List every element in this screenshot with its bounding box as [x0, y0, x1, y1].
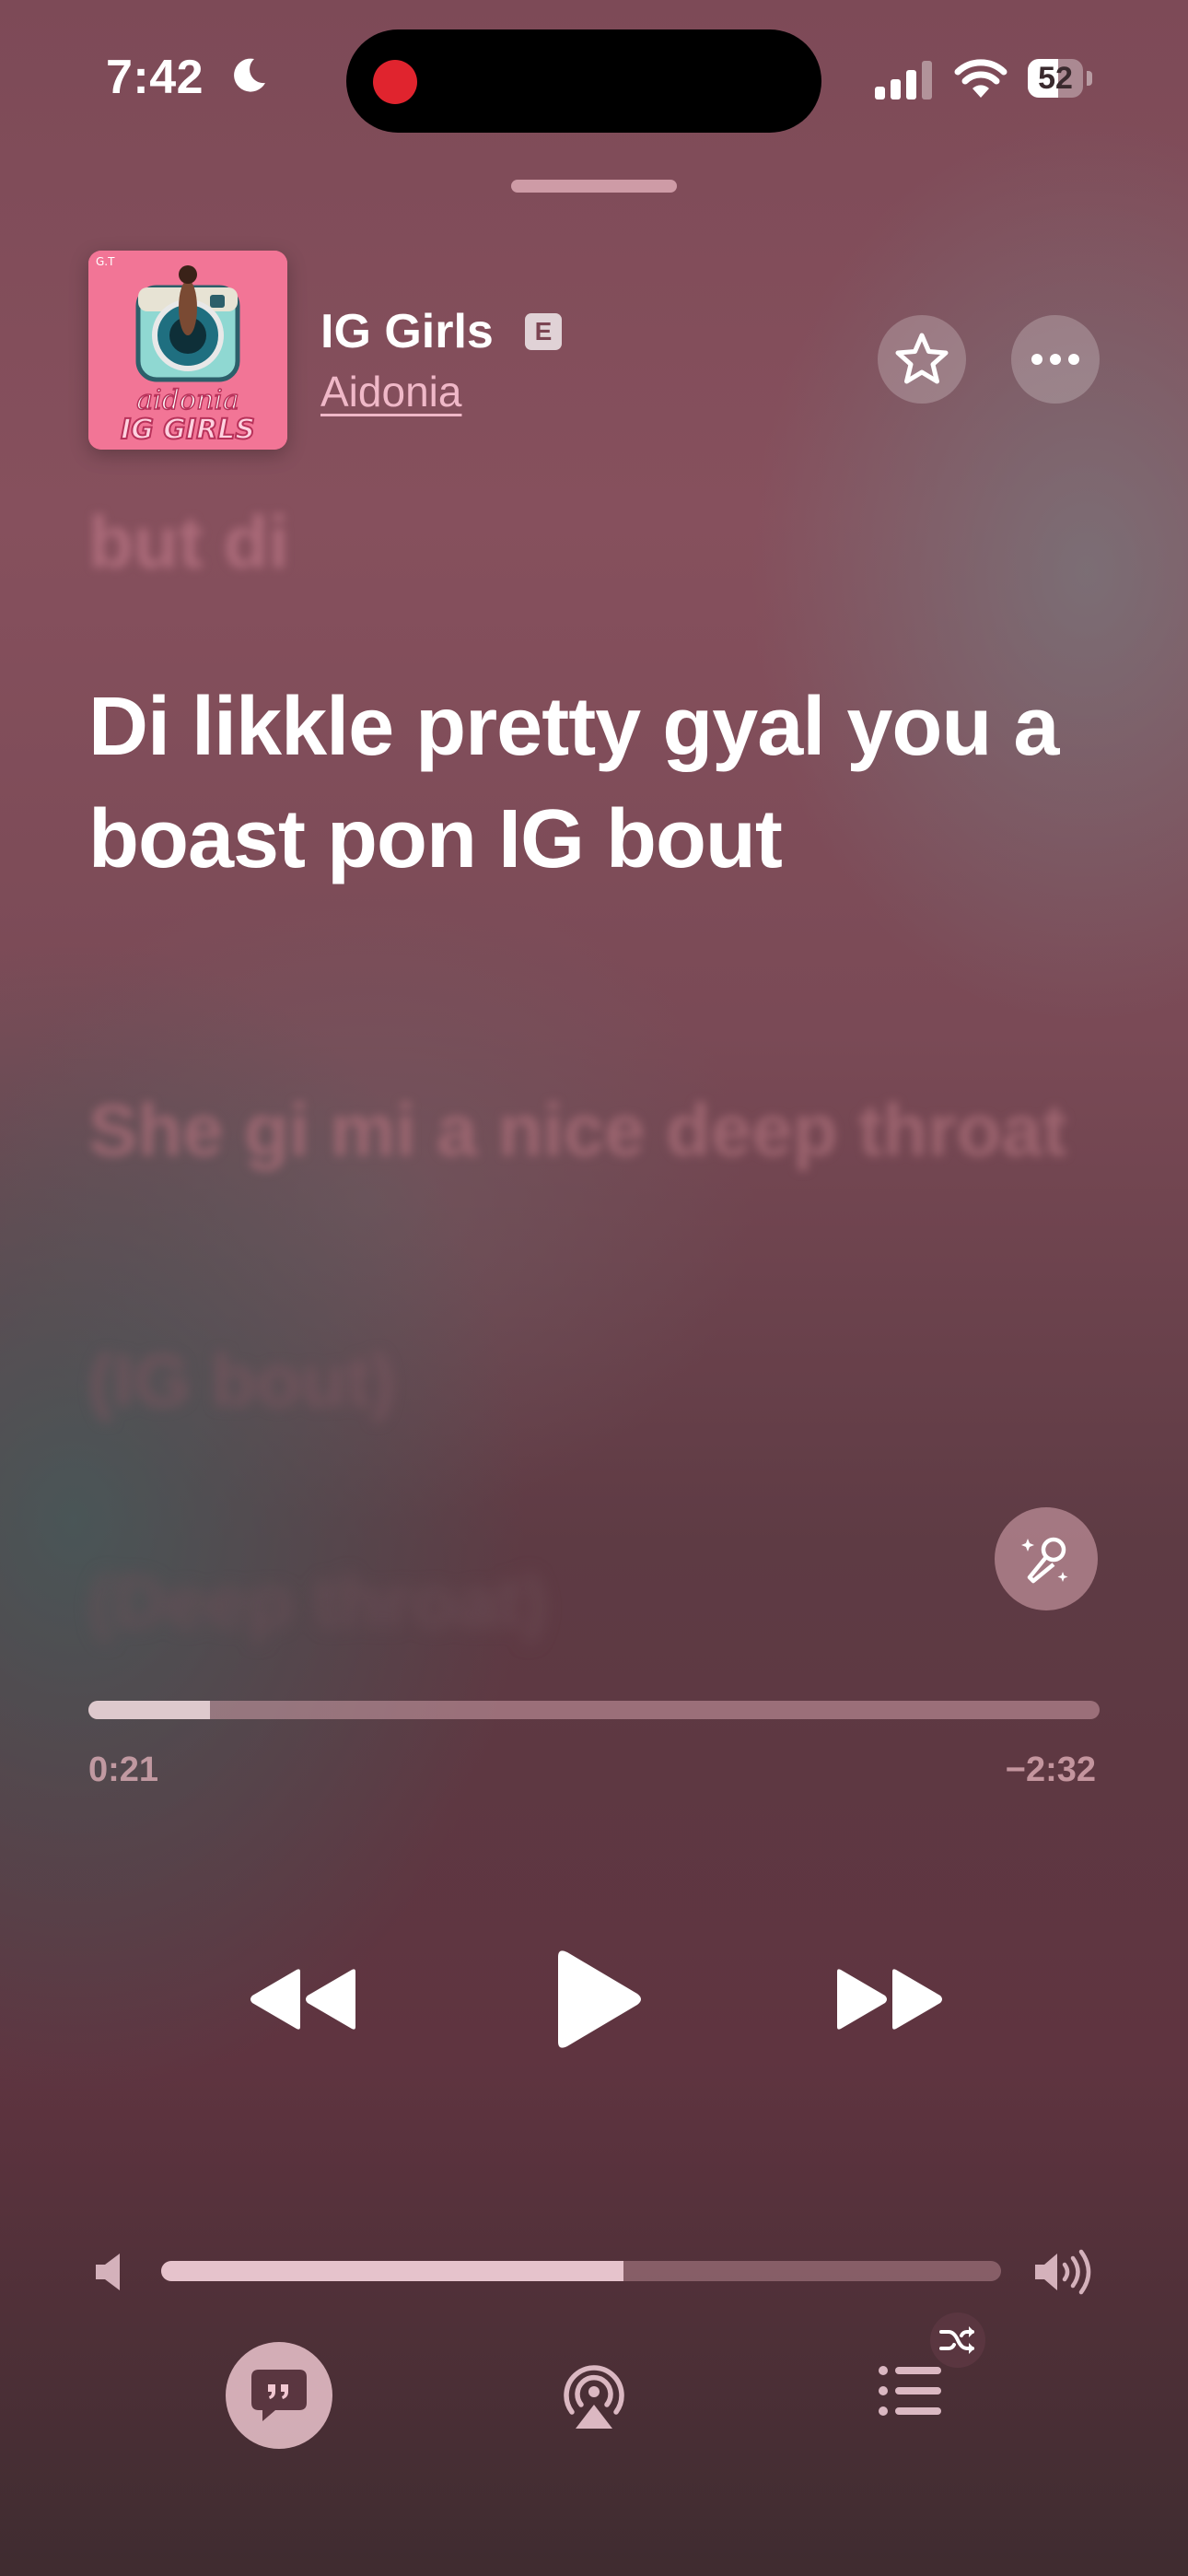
sheet-grabber[interactable] [511, 180, 677, 193]
battery-indicator: 52 [1028, 59, 1083, 98]
airplay-icon[interactable] [557, 2359, 631, 2432]
recording-indicator [373, 60, 417, 104]
volume-fill [161, 2261, 623, 2281]
forward-button[interactable] [815, 1944, 962, 2055]
lyric-line-next-2[interactable]: (IG bout) [88, 1327, 1101, 1435]
list-icon[interactable] [877, 2363, 943, 2418]
sing-button[interactable] [995, 1507, 1098, 1610]
shuffle-icon [939, 2326, 974, 2354]
progress-scrubber[interactable] [88, 1701, 1100, 1719]
lyric-line-next-3[interactable]: (Deep throat) [88, 1548, 1101, 1657]
volume-low-icon [96, 2254, 120, 2290]
lyric-line-previous[interactable]: but di [88, 488, 1101, 597]
album-artwork[interactable]: aidonia IG GIRLS G.T [88, 251, 287, 450]
artist-link[interactable]: Aidonia [320, 367, 461, 416]
progress-fill [88, 1701, 210, 1719]
play-button[interactable] [534, 1944, 663, 2055]
wifi-icon [954, 59, 1007, 98]
volume-slider[interactable] [161, 2261, 1001, 2281]
song-title: IG Girls [320, 305, 494, 358]
play-icon [558, 1950, 641, 2048]
status-time: 7:42 [106, 51, 204, 104]
remaining-time: −2:32 [1005, 1751, 1096, 1789]
lyric-line-next[interactable]: She gi mi a nice deep throat [88, 1076, 1101, 1185]
microphone-sparkle-icon [1021, 1537, 1068, 1584]
rewind-button[interactable] [230, 1944, 378, 2055]
quote-bubble-icon [251, 2370, 307, 2421]
dynamic-island [346, 29, 821, 133]
moon-icon [234, 58, 265, 92]
lyric-line-current[interactable]: Di likkle pretty gyal you a boast pon IG… [88, 671, 1120, 896]
artwork-illustration: aidonia IG GIRLS G.T [88, 251, 287, 450]
star-icon [895, 333, 949, 384]
cellular-signal-icon [875, 61, 932, 100]
artwork-corner-text: G.T [96, 255, 115, 268]
battery-cap [1087, 71, 1092, 86]
ellipsis-icon [1031, 354, 1079, 365]
rewind-icon [250, 1969, 355, 2030]
elapsed-time: 0:21 [88, 1751, 159, 1789]
shuffle-indicator [930, 2313, 985, 2368]
volume-high-icon [1035, 2249, 1091, 2295]
more-options-button[interactable] [1011, 315, 1100, 404]
favorite-button[interactable] [878, 315, 966, 404]
lyrics-button[interactable] [226, 2342, 332, 2449]
fast-forward-icon [837, 1969, 942, 2030]
battery-percent: 52 [1038, 61, 1073, 96]
artwork-text-top: aidonia [136, 384, 239, 416]
artwork-text-bottom: IG GIRLS [121, 414, 255, 446]
explicit-badge: E [525, 313, 562, 350]
